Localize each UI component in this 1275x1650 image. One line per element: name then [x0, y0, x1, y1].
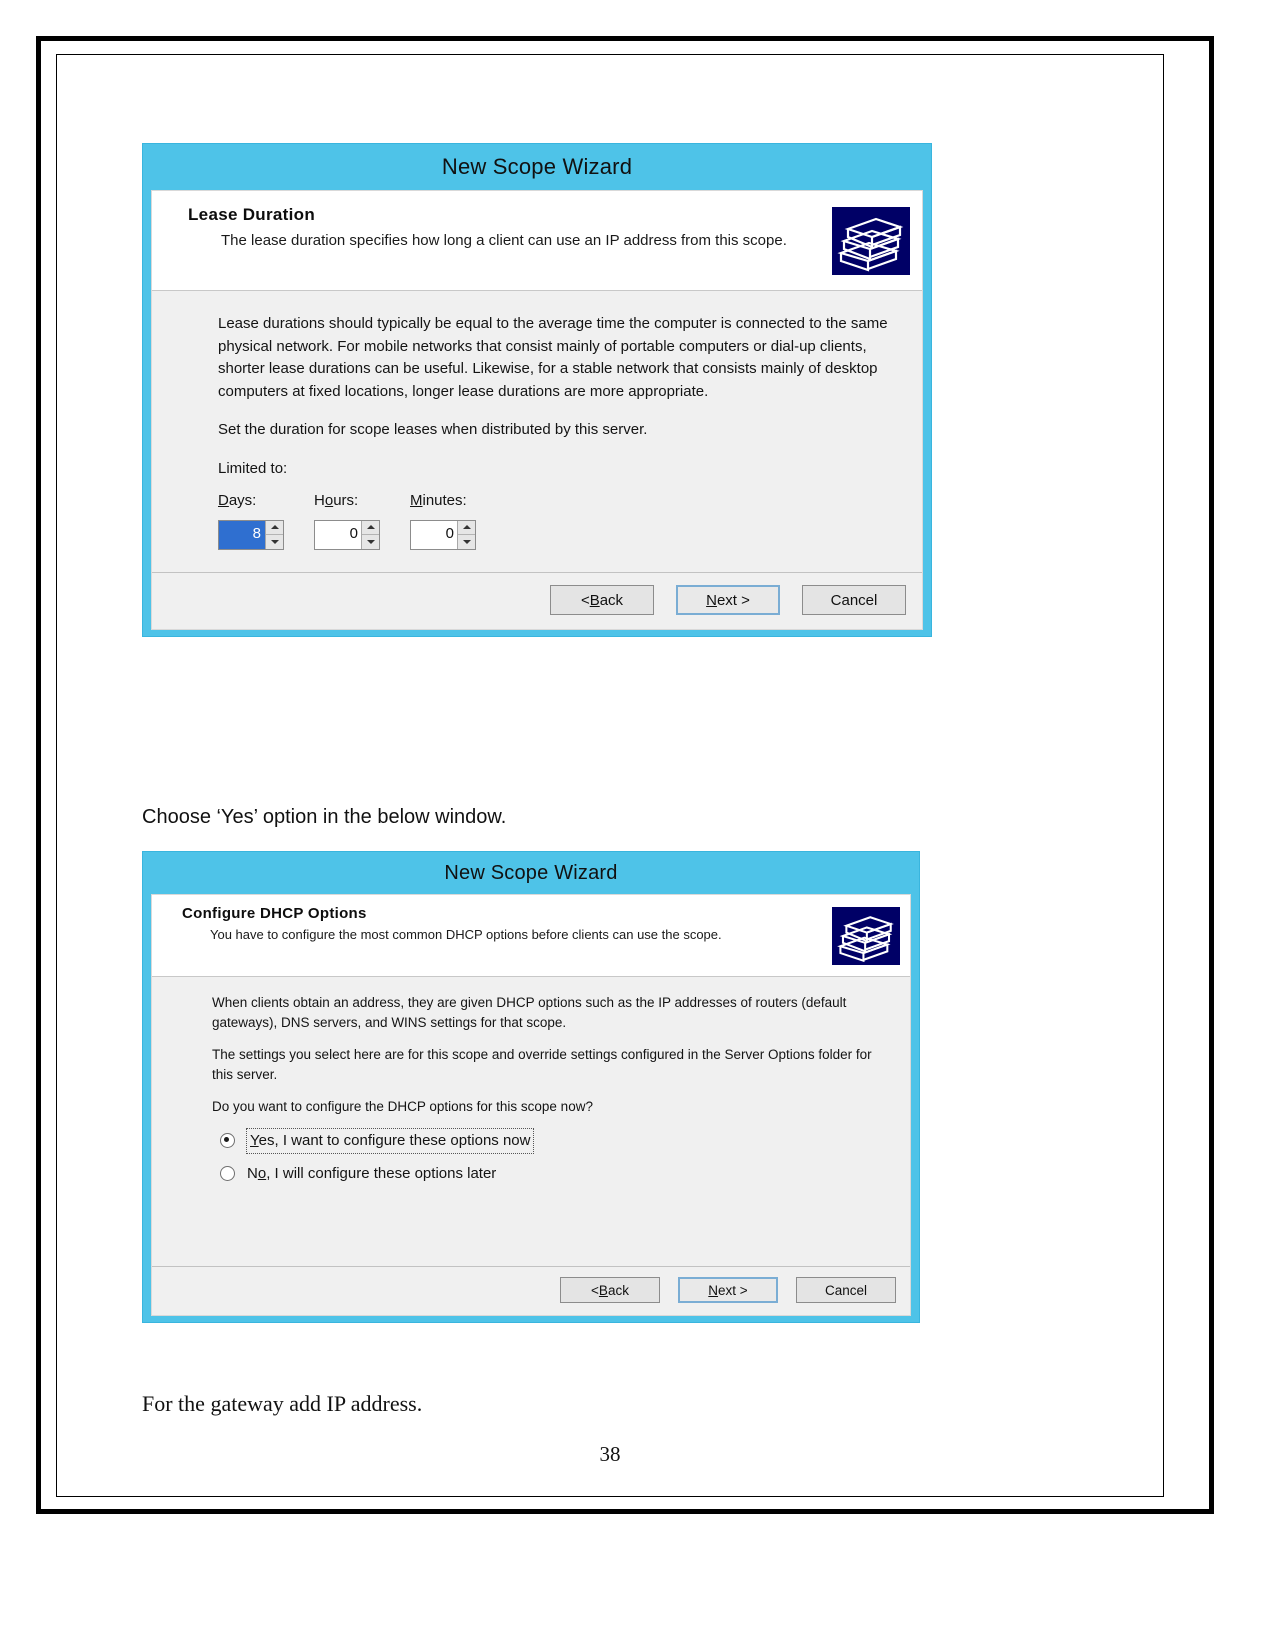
days-spin-up-icon[interactable] [266, 520, 283, 535]
dialog-content: When clients obtain an address, they are… [152, 977, 910, 1266]
hours-spin-up-icon[interactable] [362, 520, 379, 535]
radio-no-configure-later[interactable]: No, I will configure these options later [212, 1163, 892, 1185]
dhcp-paragraph-2: The settings you select here are for thi… [212, 1047, 872, 1082]
header-subtitle: The lease duration specifies how long a … [221, 232, 787, 249]
hours-value: 0 [349, 525, 358, 543]
dialog-footer: < Back Next > Cancel [152, 572, 922, 629]
dhcp-question: Do you want to configure the DHCP option… [212, 1099, 593, 1115]
radio-no-label: No, I will configure these options later [247, 1164, 497, 1182]
dialog-header: Configure DHCP Options You have to confi… [152, 895, 910, 977]
cancel-button[interactable]: Cancel [802, 585, 906, 615]
dialog-body: Configure DHCP Options You have to confi… [151, 894, 911, 1316]
dialog-content: Lease durations should typically be equa… [152, 291, 922, 572]
dialog-configure-dhcp-options[interactable]: New Scope Wizard Configure DHCP Options … [142, 851, 920, 1323]
minutes-spin-down-icon[interactable] [458, 535, 475, 549]
back-button[interactable]: < Back [550, 585, 654, 615]
header-subtitle: You have to configure the most common DH… [210, 927, 722, 942]
days-value: 8 [251, 523, 262, 546]
radio-yes-label: Yes, I want to configure these options n… [245, 1127, 535, 1154]
hours-spin-down-icon[interactable] [362, 535, 379, 549]
cancel-button[interactable]: Cancel [796, 1277, 896, 1303]
dialog-titlebar: New Scope Wizard [143, 852, 919, 894]
days-label: Days: [218, 492, 257, 509]
hours-field-group: Hours: 0 [314, 490, 380, 550]
days-input[interactable]: 8 [219, 520, 265, 549]
hours-label: Hours: [314, 492, 359, 509]
hours-spin-arrows[interactable] [361, 520, 379, 549]
header-title: Configure DHCP Options [182, 905, 367, 922]
lease-paragraph-1: Lease durations should typically be equa… [218, 315, 888, 400]
document-page: New Scope Wizard Lease Duration The leas… [56, 54, 1164, 1497]
minutes-input[interactable]: 0 [411, 521, 457, 549]
days-field-group: Days: 8 [218, 490, 284, 550]
dialog-title: New Scope Wizard [444, 861, 618, 884]
dialog-body: Lease Duration The lease duration specif… [151, 190, 923, 630]
minutes-label: Minutes: [410, 492, 467, 509]
page-number: 38 [599, 1442, 621, 1466]
folder-stack-icon [832, 907, 900, 965]
days-spin-down-icon[interactable] [266, 535, 283, 549]
radio-selected-icon[interactable] [220, 1133, 235, 1149]
minutes-spin-up-icon[interactable] [458, 520, 475, 535]
dhcp-paragraph-1: When clients obtain an address, they are… [212, 995, 847, 1030]
radio-yes-configure-now[interactable]: Yes, I want to configure these options n… [212, 1127, 892, 1154]
limited-to-label: Limited to: [218, 459, 288, 477]
dialog-lease-duration[interactable]: New Scope Wizard Lease Duration The leas… [142, 143, 932, 637]
header-title: Lease Duration [188, 205, 316, 224]
dhcp-options-radio-group: Yes, I want to configure these options n… [212, 1127, 892, 1185]
days-stepper[interactable]: 8 [218, 519, 284, 550]
dialog-header: Lease Duration The lease duration specif… [152, 191, 922, 291]
minutes-stepper[interactable]: 0 [410, 519, 476, 550]
hours-stepper[interactable]: 0 [314, 519, 380, 550]
radio-unselected-icon[interactable] [220, 1165, 235, 1181]
caption-gateway-ip: For the gateway add IP address. [142, 1391, 423, 1416]
hours-input[interactable]: 0 [315, 521, 361, 549]
lease-duration-fields: Days: 8 Hours: 0 Minutes: 0 [218, 490, 908, 550]
dialog-titlebar: New Scope Wizard [143, 144, 931, 190]
minutes-field-group: Minutes: 0 [410, 490, 476, 550]
lease-paragraph-2: Set the duration for scope leases when d… [218, 421, 648, 438]
minutes-value: 0 [445, 525, 454, 543]
minutes-spin-arrows[interactable] [457, 520, 475, 549]
caption-choose-yes: Choose ‘Yes’ option in the below window. [142, 806, 507, 828]
back-button[interactable]: < Back [560, 1277, 660, 1303]
next-button[interactable]: Next > [676, 585, 780, 615]
dialog-title: New Scope Wizard [441, 154, 633, 179]
next-button[interactable]: Next > [678, 1277, 778, 1303]
folder-stack-icon [832, 207, 910, 275]
dialog-footer: < Back Next > Cancel [152, 1266, 910, 1315]
days-spin-arrows[interactable] [265, 520, 283, 549]
